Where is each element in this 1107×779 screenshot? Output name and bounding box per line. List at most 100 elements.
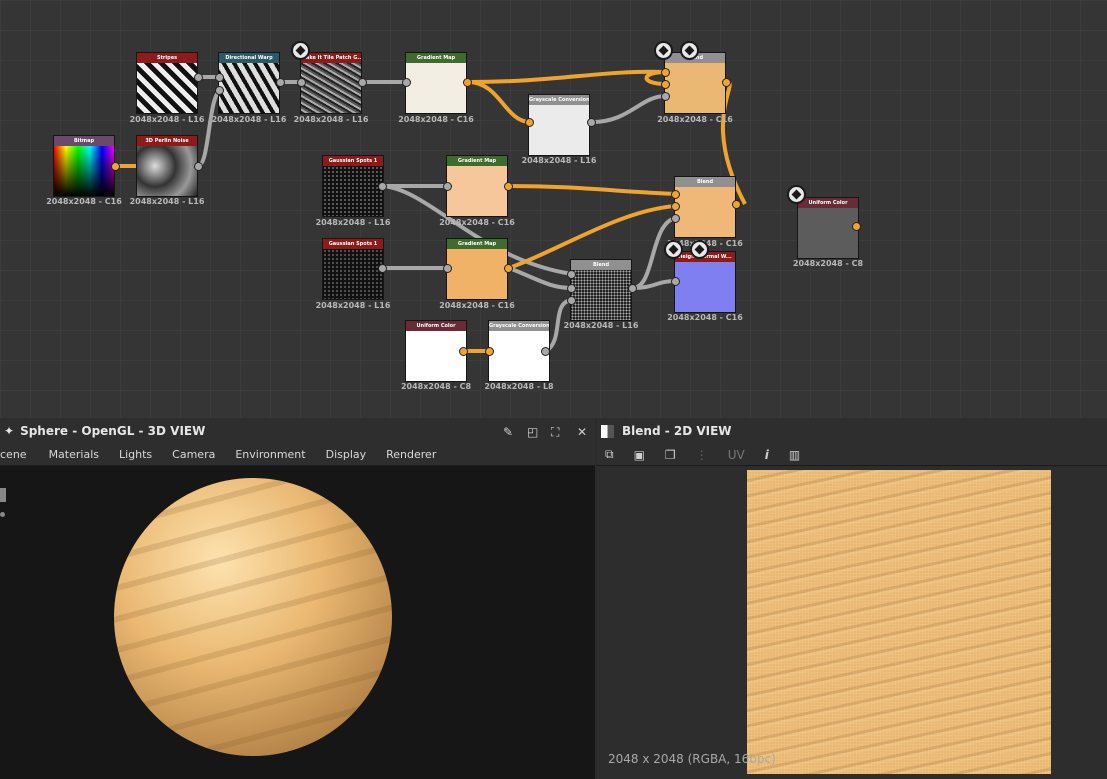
output-port[interactable] (504, 182, 513, 191)
output-cube-icon[interactable] (680, 41, 699, 60)
node-title: Directional Warp (219, 53, 279, 63)
input-port[interactable] (567, 284, 576, 293)
2d-viewport[interactable]: 2048 x 2048 (RGBA, 16bpc) (597, 466, 1107, 779)
output-port[interactable] (463, 78, 472, 87)
output-cube-icon[interactable] (690, 240, 709, 259)
copy-icon[interactable]: ❐ (665, 448, 676, 462)
node-gradient-map-3[interactable]: Gradient Map (446, 238, 508, 300)
input-port[interactable] (671, 190, 680, 199)
node-title: Gaussian Spots 1 (323, 239, 383, 249)
node-gaussian-spots-2[interactable]: Gaussian Spots 1 (322, 238, 384, 300)
output-port[interactable] (111, 162, 120, 171)
menu-renderer[interactable]: Renderer (386, 448, 436, 461)
node-title: Stripes (137, 53, 197, 63)
input-port[interactable] (671, 202, 680, 211)
2d-view-panel[interactable]: Blend - 2D VIEW ⧉ ▣ ❐ ⋮ UV i ▥ 2048 x 20… (597, 418, 1107, 779)
menu-display[interactable]: Display (326, 448, 367, 461)
output-port[interactable] (504, 264, 513, 273)
pin-icon[interactable]: ✎ (503, 425, 513, 439)
output-port[interactable] (276, 78, 285, 87)
node-title: Grayscale Conversion (489, 321, 549, 331)
node-blend-middle[interactable]: Blend (674, 176, 736, 238)
input-port[interactable] (443, 264, 452, 273)
node-graph[interactable]: Stripes 2048x2048 - L16 Directional Warp… (0, 0, 1107, 418)
node-resolution: 2048x2048 - L16 (211, 115, 287, 124)
node-perlin-noise[interactable]: 3D Perlin Noise (136, 135, 198, 197)
node-title: Gaussian Spots 1 (323, 156, 383, 166)
node-uniform-color-white[interactable]: Uniform Color (405, 320, 467, 382)
light-icon[interactable] (0, 512, 5, 517)
node-uniform-color-gray[interactable]: Uniform Color (797, 197, 859, 259)
fit-view-icon[interactable]: ⧉ (605, 447, 614, 462)
menu-camera[interactable]: Camera (172, 448, 215, 461)
output-port[interactable] (852, 222, 861, 231)
output-port[interactable] (194, 73, 203, 82)
2d-view-toolbar: ⧉ ▣ ❐ ⋮ UV i ▥ (597, 444, 1107, 466)
save-icon[interactable]: ▣ (634, 448, 645, 462)
input-port[interactable] (661, 92, 670, 101)
menu-environment[interactable]: Environment (235, 448, 305, 461)
input-port[interactable] (443, 182, 452, 191)
input-port[interactable] (215, 73, 224, 82)
uv-dropdown[interactable]: UV (728, 448, 745, 462)
restore-icon[interactable]: ◰ (527, 425, 538, 439)
menu-scene[interactable]: cene (0, 448, 27, 461)
output-port[interactable] (358, 78, 367, 87)
input-port[interactable] (485, 347, 494, 356)
document-icon[interactable] (664, 240, 683, 259)
node-make-it-tile-patch[interactable]: Make It Tile Patch G... (300, 52, 362, 114)
input-port[interactable] (297, 78, 306, 87)
input-port[interactable] (661, 68, 670, 77)
output-cube-icon[interactable] (787, 185, 806, 204)
maximize-icon[interactable]: ⛶ (551, 425, 559, 440)
node-resolution: 2048x2048 - C16 (439, 301, 515, 310)
close-icon[interactable]: ✕ (577, 425, 587, 439)
3d-view-panel[interactable]: ✦ Sphere - OpenGL - 3D VIEW ✎ ◰ ⛶ ✕ cene… (0, 418, 595, 779)
histogram-icon[interactable]: ▥ (789, 448, 800, 462)
input-port[interactable] (671, 277, 680, 286)
node-bitmap[interactable]: Bitmap (53, 135, 115, 197)
camera-icon[interactable] (0, 488, 6, 502)
node-resolution: 2048x2048 - L16 (315, 218, 391, 227)
menu-materials[interactable]: Materials (49, 448, 99, 461)
node-title: Gradient Map (447, 239, 507, 249)
3d-viewport[interactable] (0, 466, 595, 779)
input-port[interactable] (402, 78, 411, 87)
3d-view-menubar: cene Materials Lights Camera Environment… (0, 444, 595, 466)
menu-lights[interactable]: Lights (119, 448, 152, 461)
node-blend-lower[interactable]: Blend (570, 259, 632, 321)
node-grayscale-conversion[interactable]: Grayscale Conversion (528, 94, 590, 156)
node-gaussian-spots-1[interactable]: Gaussian Spots 1 (322, 155, 384, 217)
2d-view-titlebar: Blend - 2D VIEW (597, 418, 1107, 444)
output-port[interactable] (628, 284, 637, 293)
input-port[interactable] (671, 214, 680, 223)
output-port[interactable] (732, 200, 741, 209)
output-port[interactable] (378, 264, 387, 273)
output-port[interactable] (378, 182, 387, 191)
node-blend-top[interactable]: Blend (664, 52, 726, 114)
input-port[interactable] (525, 118, 534, 127)
node-thumbnail (219, 63, 279, 113)
node-stripes[interactable]: Stripes (136, 52, 198, 114)
image-info-status: 2048 x 2048 (RGBA, 16bpc) (608, 752, 776, 766)
checker-icon[interactable] (654, 41, 673, 60)
input-port[interactable] (215, 86, 224, 95)
channels-icon[interactable]: ⋮ (696, 448, 708, 462)
node-resolution: 2048x2048 - C8 (400, 382, 472, 391)
input-port[interactable] (567, 270, 576, 279)
output-port[interactable] (722, 78, 731, 87)
node-directional-warp[interactable]: Directional Warp (218, 52, 280, 114)
output-cube-icon[interactable] (291, 41, 310, 60)
output-port[interactable] (587, 118, 596, 127)
output-port[interactable] (459, 347, 468, 356)
node-gradient-map[interactable]: Gradient Map (405, 52, 467, 114)
input-port[interactable] (661, 80, 670, 89)
node-title: 3D Perlin Noise (137, 136, 197, 146)
node-height-normal[interactable]: Height Normal W... (674, 251, 736, 313)
info-icon[interactable]: i (765, 448, 769, 462)
node-gradient-map-2[interactable]: Gradient Map (446, 155, 508, 217)
input-port[interactable] (567, 296, 576, 305)
output-port[interactable] (194, 162, 203, 171)
node-thumbnail (675, 187, 735, 237)
output-port[interactable] (541, 347, 550, 356)
